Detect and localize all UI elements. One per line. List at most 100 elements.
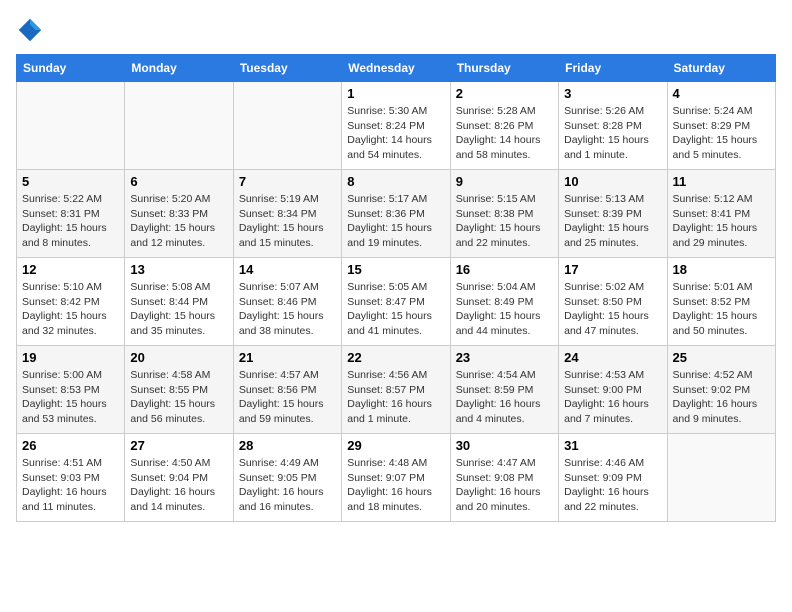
day-info: Sunrise: 5:30 AMSunset: 8:24 PMDaylight:…	[347, 104, 444, 163]
calendar-week-row: 1 Sunrise: 5:30 AMSunset: 8:24 PMDaylight…	[17, 82, 776, 170]
calendar-cell: 10 Sunrise: 5:13 AMSunset: 8:39 PMDayligh…	[559, 170, 667, 258]
day-info: Sunrise: 4:58 AMSunset: 8:55 PMDaylight:…	[130, 368, 227, 427]
calendar-cell: 25 Sunrise: 4:52 AMSunset: 9:02 PMDayligh…	[667, 346, 775, 434]
day-number: 17	[564, 262, 661, 277]
day-number: 18	[673, 262, 770, 277]
day-info: Sunrise: 5:19 AMSunset: 8:34 PMDaylight:…	[239, 192, 336, 251]
day-info: Sunrise: 5:00 AMSunset: 8:53 PMDaylight:…	[22, 368, 119, 427]
calendar-cell: 30 Sunrise: 4:47 AMSunset: 9:08 PMDayligh…	[450, 434, 558, 522]
day-number: 8	[347, 174, 444, 189]
calendar-cell: 31 Sunrise: 4:46 AMSunset: 9:09 PMDayligh…	[559, 434, 667, 522]
day-number: 13	[130, 262, 227, 277]
day-number: 20	[130, 350, 227, 365]
calendar-cell: 29 Sunrise: 4:48 AMSunset: 9:07 PMDayligh…	[342, 434, 450, 522]
day-info: Sunrise: 4:52 AMSunset: 9:02 PMDaylight:…	[673, 368, 770, 427]
day-info: Sunrise: 4:57 AMSunset: 8:56 PMDaylight:…	[239, 368, 336, 427]
day-info: Sunrise: 4:56 AMSunset: 8:57 PMDaylight:…	[347, 368, 444, 427]
day-info: Sunrise: 5:28 AMSunset: 8:26 PMDaylight:…	[456, 104, 553, 163]
day-number: 22	[347, 350, 444, 365]
day-info: Sunrise: 4:46 AMSunset: 9:09 PMDaylight:…	[564, 456, 661, 515]
calendar-cell: 7 Sunrise: 5:19 AMSunset: 8:34 PMDaylight…	[233, 170, 341, 258]
day-number: 25	[673, 350, 770, 365]
calendar-cell: 8 Sunrise: 5:17 AMSunset: 8:36 PMDaylight…	[342, 170, 450, 258]
day-number: 3	[564, 86, 661, 101]
day-number: 5	[22, 174, 119, 189]
weekday-header-monday: Monday	[125, 55, 233, 82]
calendar-cell: 12 Sunrise: 5:10 AMSunset: 8:42 PMDayligh…	[17, 258, 125, 346]
calendar-cell: 22 Sunrise: 4:56 AMSunset: 8:57 PMDayligh…	[342, 346, 450, 434]
day-number: 6	[130, 174, 227, 189]
calendar-cell: 3 Sunrise: 5:26 AMSunset: 8:28 PMDaylight…	[559, 82, 667, 170]
day-info: Sunrise: 5:15 AMSunset: 8:38 PMDaylight:…	[456, 192, 553, 251]
day-number: 19	[22, 350, 119, 365]
day-info: Sunrise: 5:22 AMSunset: 8:31 PMDaylight:…	[22, 192, 119, 251]
calendar-cell: 9Sunrise: 5:15 AMSunset: 8:38 PMDaylight…	[450, 170, 558, 258]
weekday-header-row: SundayMondayTuesdayWednesdayThursdayFrid…	[17, 55, 776, 82]
day-info: Sunrise: 4:50 AMSunset: 9:04 PMDaylight:…	[130, 456, 227, 515]
day-info: Sunrise: 5:04 AMSunset: 8:49 PMDaylight:…	[456, 280, 553, 339]
day-info: Sunrise: 4:48 AMSunset: 9:07 PMDaylight:…	[347, 456, 444, 515]
day-info: Sunrise: 4:51 AMSunset: 9:03 PMDaylight:…	[22, 456, 119, 515]
day-info: Sunrise: 5:01 AMSunset: 8:52 PMDaylight:…	[673, 280, 770, 339]
day-number: 24	[564, 350, 661, 365]
day-number: 31	[564, 438, 661, 453]
weekday-header-friday: Friday	[559, 55, 667, 82]
day-info: Sunrise: 5:12 AMSunset: 8:41 PMDaylight:…	[673, 192, 770, 251]
calendar-cell: 13Sunrise: 5:08 AMSunset: 8:44 PMDayligh…	[125, 258, 233, 346]
day-number: 1	[347, 86, 444, 101]
day-info: Sunrise: 4:53 AMSunset: 9:00 PMDaylight:…	[564, 368, 661, 427]
day-info: Sunrise: 4:49 AMSunset: 9:05 PMDaylight:…	[239, 456, 336, 515]
calendar-cell	[17, 82, 125, 170]
day-info: Sunrise: 5:07 AMSunset: 8:46 PMDaylight:…	[239, 280, 336, 339]
calendar-cell: 26 Sunrise: 4:51 AMSunset: 9:03 PMDayligh…	[17, 434, 125, 522]
calendar-cell: 19 Sunrise: 5:00 AMSunset: 8:53 PMDayligh…	[17, 346, 125, 434]
calendar-cell: 14 Sunrise: 5:07 AMSunset: 8:46 PMDayligh…	[233, 258, 341, 346]
calendar-cell	[667, 434, 775, 522]
day-info: Sunrise: 5:13 AMSunset: 8:39 PMDaylight:…	[564, 192, 661, 251]
day-number: 30	[456, 438, 553, 453]
calendar-cell: 18 Sunrise: 5:01 AMSunset: 8:52 PMDayligh…	[667, 258, 775, 346]
calendar-cell: 15Sunrise: 5:05 AMSunset: 8:47 PMDayligh…	[342, 258, 450, 346]
day-number: 10	[564, 174, 661, 189]
day-info: Sunrise: 5:17 AMSunset: 8:36 PMDaylight:…	[347, 192, 444, 251]
day-number: 15	[347, 262, 444, 277]
page-header	[16, 16, 776, 44]
weekday-header-thursday: Thursday	[450, 55, 558, 82]
calendar-cell: 1 Sunrise: 5:30 AMSunset: 8:24 PMDaylight…	[342, 82, 450, 170]
day-number: 21	[239, 350, 336, 365]
day-info: Sunrise: 5:24 AMSunset: 8:29 PMDaylight:…	[673, 104, 770, 163]
calendar-cell: 27Sunrise: 4:50 AMSunset: 9:04 PMDayligh…	[125, 434, 233, 522]
calendar-cell	[125, 82, 233, 170]
day-number: 26	[22, 438, 119, 453]
weekday-header-sunday: Sunday	[17, 55, 125, 82]
day-number: 4	[673, 86, 770, 101]
calendar-week-row: 5 Sunrise: 5:22 AMSunset: 8:31 PMDaylight…	[17, 170, 776, 258]
weekday-header-saturday: Saturday	[667, 55, 775, 82]
day-number: 11	[673, 174, 770, 189]
calendar-cell: 28 Sunrise: 4:49 AMSunset: 9:05 PMDayligh…	[233, 434, 341, 522]
calendar-cell: 16Sunrise: 5:04 AMSunset: 8:49 PMDayligh…	[450, 258, 558, 346]
logo-icon	[16, 16, 44, 44]
calendar-week-row: 12 Sunrise: 5:10 AMSunset: 8:42 PMDayligh…	[17, 258, 776, 346]
day-info: Sunrise: 5:26 AMSunset: 8:28 PMDaylight:…	[564, 104, 661, 163]
calendar-cell: 11 Sunrise: 5:12 AMSunset: 8:41 PMDayligh…	[667, 170, 775, 258]
day-info: Sunrise: 4:54 AMSunset: 8:59 PMDaylight:…	[456, 368, 553, 427]
calendar-cell: 24 Sunrise: 4:53 AMSunset: 9:00 PMDayligh…	[559, 346, 667, 434]
calendar-cell: 23 Sunrise: 4:54 AMSunset: 8:59 PMDayligh…	[450, 346, 558, 434]
day-number: 14	[239, 262, 336, 277]
day-number: 29	[347, 438, 444, 453]
day-number: 7	[239, 174, 336, 189]
day-info: Sunrise: 5:02 AMSunset: 8:50 PMDaylight:…	[564, 280, 661, 339]
day-number: 23	[456, 350, 553, 365]
calendar-cell: 21 Sunrise: 4:57 AMSunset: 8:56 PMDayligh…	[233, 346, 341, 434]
day-info: Sunrise: 4:47 AMSunset: 9:08 PMDaylight:…	[456, 456, 553, 515]
calendar-cell: 4 Sunrise: 5:24 AMSunset: 8:29 PMDaylight…	[667, 82, 775, 170]
calendar-cell: 20 Sunrise: 4:58 AMSunset: 8:55 PMDayligh…	[125, 346, 233, 434]
day-number: 12	[22, 262, 119, 277]
calendar-cell: 2 Sunrise: 5:28 AMSunset: 8:26 PMDaylight…	[450, 82, 558, 170]
day-number: 28	[239, 438, 336, 453]
calendar-table: SundayMondayTuesdayWednesdayThursdayFrid…	[16, 54, 776, 522]
weekday-header-tuesday: Tuesday	[233, 55, 341, 82]
day-number: 2	[456, 86, 553, 101]
day-info: Sunrise: 5:10 AMSunset: 8:42 PMDaylight:…	[22, 280, 119, 339]
